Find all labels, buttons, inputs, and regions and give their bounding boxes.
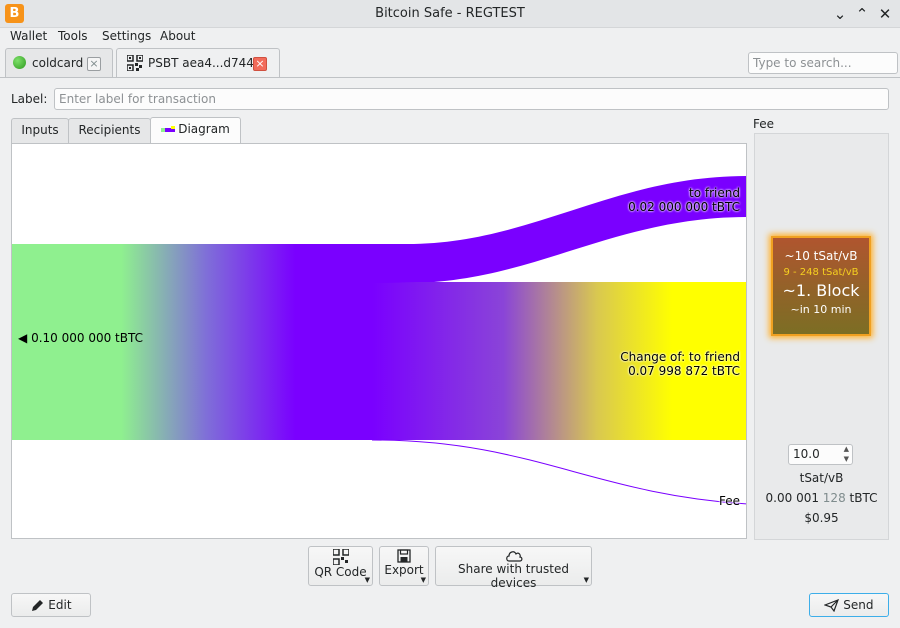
fee-rate-text: ~10 tSat/vB xyxy=(784,249,858,263)
close-tab-icon[interactable]: × xyxy=(253,57,267,71)
window-title: Bitcoin Safe - REGTEST xyxy=(375,6,525,21)
sankey-diagram: ◀ 0.10 000 000 tBTC to friend 0.02 000 0… xyxy=(11,143,747,539)
tab-recipients[interactable]: Recipients xyxy=(68,118,151,143)
transaction-label-input[interactable] xyxy=(54,88,889,110)
share-trusted-devices-button[interactable]: Share with trusted devices ▼ xyxy=(435,546,592,590)
fee-unit: tSat/vB xyxy=(799,471,844,485)
output-name: Change of: to friend xyxy=(620,350,740,364)
qr-code-icon xyxy=(127,55,143,71)
tab-label: PSBT aea4...d744 xyxy=(148,56,254,70)
dropdown-arrow-icon: ▼ xyxy=(583,576,589,584)
output-amount: 0.02 000 000 tBTC xyxy=(628,200,740,214)
cloud-icon xyxy=(505,551,522,562)
arrow-left-icon: ◀ xyxy=(18,331,28,345)
fee-fiat: $0.95 xyxy=(804,511,839,525)
fee-amount: 0.00 001 128 tBTC xyxy=(754,491,889,505)
tab-label: Diagram xyxy=(178,122,230,136)
button-label: Share with trusted devices xyxy=(458,562,569,590)
close-icon[interactable]: ✕ xyxy=(875,4,895,24)
eta-text: ~in 10 min xyxy=(790,303,852,316)
send-button[interactable]: Send xyxy=(809,593,889,617)
menu-settings[interactable]: Settings xyxy=(102,29,151,43)
mempool-block-button[interactable]: ~10 tSat/vB 9 - 248 tSat/vB ~1. Block ~i… xyxy=(771,236,871,336)
tab-diagram[interactable]: Diagram xyxy=(150,117,241,143)
dropdown-arrow-icon: ▼ xyxy=(364,576,370,584)
dropdown-arrow-icon: ▼ xyxy=(420,576,426,584)
qr-code-button[interactable]: QR Code ▼ xyxy=(308,546,373,586)
spin-down-icon[interactable]: ▼ xyxy=(844,455,849,463)
output-amount: 0.07 998 872 tBTC xyxy=(628,364,740,378)
menu-tools[interactable]: Tools xyxy=(58,29,88,43)
tab-label: Inputs xyxy=(21,123,59,137)
pencil-icon xyxy=(32,599,44,611)
minimize-icon[interactable]: ⌄ xyxy=(830,4,850,24)
edit-button[interactable]: Edit xyxy=(11,593,91,617)
menu-bar: Wallet Tools Settings About xyxy=(0,28,900,48)
amount-part: 0.00 xyxy=(765,491,797,505)
button-label: Send xyxy=(843,598,874,612)
menu-about[interactable]: About xyxy=(160,29,195,43)
tab-coldcard[interactable]: coldcard × xyxy=(5,48,113,77)
button-label: QR Code xyxy=(314,565,367,579)
paper-plane-icon xyxy=(823,598,840,613)
tab-divider xyxy=(0,77,900,78)
fee-title: Fee xyxy=(753,117,775,131)
fee-rate-value: 10.0 xyxy=(793,447,820,461)
input-amount: 0.10 000 000 tBTC xyxy=(31,331,143,345)
search-input[interactable] xyxy=(748,52,898,74)
block-number-text: ~1. Block xyxy=(782,281,860,300)
fee-line xyxy=(371,439,746,505)
tab-label: Recipients xyxy=(78,123,141,137)
to-friend-label: to friend 0.02 000 000 tBTC xyxy=(628,186,740,214)
fee-label: Fee xyxy=(718,494,740,508)
tab-psbt[interactable]: PSBT aea4...d744 × xyxy=(116,48,280,78)
output-name: to friend xyxy=(689,186,740,200)
export-button[interactable]: Export ▼ xyxy=(379,546,429,586)
input-amount-label: ◀ 0.10 000 000 tBTC xyxy=(18,331,143,345)
green-circle-icon xyxy=(13,56,26,69)
fee-rate-spinbox[interactable]: 10.0 ▲ ▼ xyxy=(788,444,853,465)
button-label: Export xyxy=(384,563,424,577)
label-caption: Label: xyxy=(11,92,48,106)
save-icon xyxy=(397,549,411,563)
amount-part: 001 xyxy=(796,491,823,505)
fee-range-text: 9 - 248 tSat/vB xyxy=(783,267,859,278)
change-label: Change of: to friend 0.07 998 872 tBTC xyxy=(620,350,740,378)
tab-inputs[interactable]: Inputs xyxy=(11,118,69,143)
amount-unit: tBTC xyxy=(845,491,878,505)
tab-label: coldcard xyxy=(32,56,84,70)
diagram-icon xyxy=(161,125,176,132)
button-label: Edit xyxy=(48,598,72,612)
menu-wallet[interactable]: Wallet xyxy=(10,29,47,43)
close-tab-icon[interactable]: × xyxy=(87,57,101,71)
spin-up-icon[interactable]: ▲ xyxy=(844,445,849,453)
qr-code-icon xyxy=(332,549,349,565)
maximize-icon[interactable]: ⌃ xyxy=(852,4,872,24)
amount-part: 128 xyxy=(822,491,846,505)
